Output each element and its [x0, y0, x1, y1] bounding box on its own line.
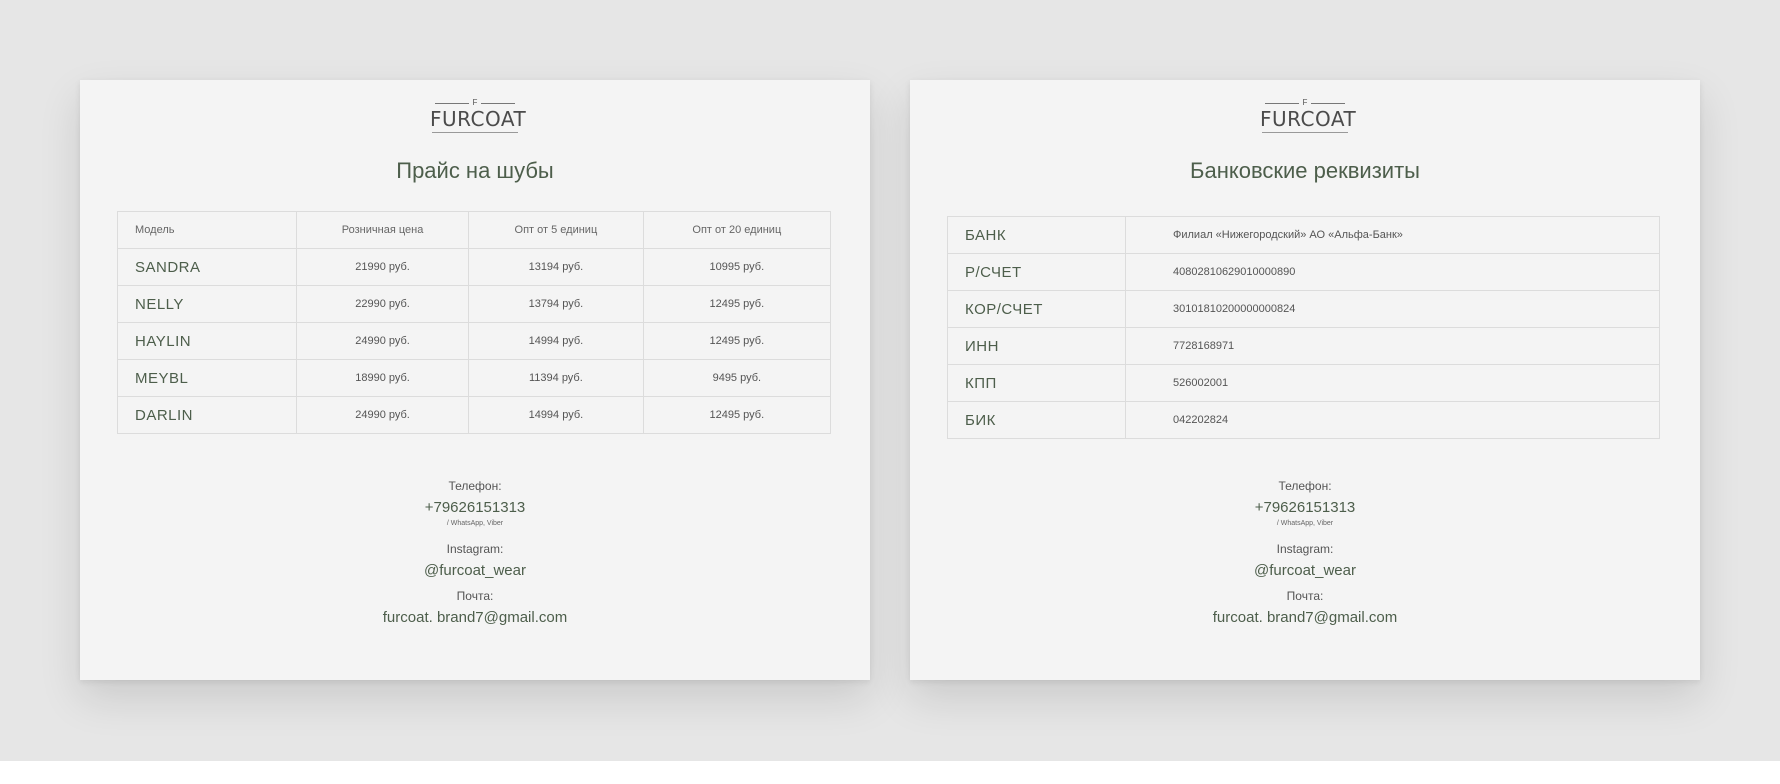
bank-field-label: ИНН — [947, 327, 1126, 365]
table-row: Р/СЧЕТ 40802810629010000890 — [947, 253, 1660, 291]
model-name: MEYBL — [117, 359, 297, 397]
page-background: F FURCOAT Прайс на шубы Модель Розничная… — [0, 0, 1780, 761]
table-row: NELLY 22990 руб. 13794 руб. 12495 руб. — [117, 285, 832, 323]
table-row: БИК 042202824 — [947, 401, 1660, 439]
table-row: БАНК Филиал «Нижегородский» АО «Альфа-Ба… — [947, 216, 1660, 254]
table-row: MEYBL 18990 руб. 11394 руб. 9495 руб. — [117, 359, 832, 397]
phone-number[interactable]: +79626151313 — [80, 497, 870, 519]
phone-label: Телефон: — [448, 479, 502, 493]
table-row: КПП 526002001 — [947, 364, 1660, 402]
bank-field-label: Р/СЧЕТ — [947, 253, 1126, 291]
wholesale-20-price: 12495 руб. — [642, 322, 832, 360]
bank-field-label: БИК — [947, 401, 1126, 439]
logo-mark: F — [1302, 98, 1308, 107]
bank-title: Банковские реквизиты — [1190, 158, 1420, 183]
instagram-handle[interactable]: @furcoat_wear — [80, 560, 870, 582]
retail-price: 22990 руб. — [295, 285, 470, 323]
bank-field-value: 042202824 — [1125, 401, 1660, 439]
contacts-block: Телефон: +79626151313 / WhatsApp, Viber … — [910, 478, 1700, 629]
table-header-row: Модель Розничная цена Опт от 5 единиц Оп… — [117, 211, 832, 249]
header-wholesale-20: Опт от 20 единиц — [642, 211, 832, 249]
price-card: F FURCOAT Прайс на шубы Модель Розничная… — [80, 80, 870, 680]
model-name: HAYLIN — [117, 322, 297, 360]
email-label: Почта: — [456, 589, 494, 603]
retail-price: 24990 руб. — [295, 396, 470, 434]
phone-label: Телефон: — [1278, 479, 1332, 493]
phone-note: / WhatsApp, Viber — [446, 520, 504, 527]
wholesale-5-price: 13194 руб. — [468, 248, 644, 286]
bank-field-value: Филиал «Нижегородский» АО «Альфа-Банк» — [1125, 216, 1660, 254]
table-row: HAYLIN 24990 руб. 14994 руб. 12495 руб. — [117, 322, 832, 360]
logo-mark: F — [472, 98, 478, 107]
bank-field-label: БАНК — [947, 216, 1126, 254]
table-row: КОР/СЧЕТ 30101810200000000824 — [947, 290, 1660, 328]
bank-field-label: КОР/СЧЕТ — [947, 290, 1126, 328]
brand-logo: F FURCOAT — [430, 98, 527, 138]
retail-price: 21990 руб. — [295, 248, 470, 286]
phone-number[interactable]: +79626151313 — [910, 497, 1700, 519]
price-title: Прайс на шубы — [396, 158, 554, 183]
wholesale-5-price: 14994 руб. — [468, 396, 644, 434]
instagram-handle[interactable]: @furcoat_wear — [910, 560, 1700, 582]
header-retail: Розничная цена — [295, 211, 470, 249]
phone-note: / WhatsApp, Viber — [1276, 520, 1334, 527]
email-address[interactable]: furcoat. brand7@gmail.com — [910, 607, 1700, 629]
header-model: Модель — [117, 211, 297, 249]
wholesale-20-price: 12495 руб. — [642, 285, 832, 323]
bank-field-value: 40802810629010000890 — [1125, 253, 1660, 291]
bank-card: F FURCOAT Банковские реквизиты БАНК Фили… — [910, 80, 1700, 680]
model-name: DARLIN — [117, 396, 297, 434]
retail-price: 18990 руб. — [295, 359, 470, 397]
price-table: Модель Розничная цена Опт от 5 единиц Оп… — [117, 211, 832, 434]
table-row: ИНН 7728168971 — [947, 327, 1660, 365]
wholesale-20-price: 12495 руб. — [642, 396, 832, 434]
logo-text: FURCOAT — [430, 107, 527, 131]
email-address[interactable]: furcoat. brand7@gmail.com — [80, 607, 870, 629]
bank-details-table: БАНК Филиал «Нижегородский» АО «Альфа-Ба… — [947, 216, 1660, 439]
wholesale-20-price: 9495 руб. — [642, 359, 832, 397]
bank-field-value: 30101810200000000824 — [1125, 290, 1660, 328]
instagram-label: Instagram: — [446, 542, 504, 556]
contacts-block: Телефон: +79626151313 / WhatsApp, Viber … — [80, 478, 870, 629]
model-name: NELLY — [117, 285, 297, 323]
bank-field-label: КПП — [947, 364, 1126, 402]
wholesale-5-price: 11394 руб. — [468, 359, 644, 397]
brand-logo: F FURCOAT — [1260, 98, 1357, 138]
email-label: Почта: — [1286, 589, 1324, 603]
bank-field-value: 7728168971 — [1125, 327, 1660, 365]
logo-text: FURCOAT — [1260, 107, 1357, 131]
bank-field-value: 526002001 — [1125, 364, 1660, 402]
header-wholesale-5: Опт от 5 единиц — [468, 211, 644, 249]
wholesale-5-price: 14994 руб. — [468, 322, 644, 360]
retail-price: 24990 руб. — [295, 322, 470, 360]
wholesale-20-price: 10995 руб. — [642, 248, 832, 286]
model-name: SANDRA — [117, 248, 297, 286]
wholesale-5-price: 13794 руб. — [468, 285, 644, 323]
instagram-label: Instagram: — [1276, 542, 1334, 556]
table-row: SANDRA 21990 руб. 13194 руб. 10995 руб. — [117, 248, 832, 286]
table-row: DARLIN 24990 руб. 14994 руб. 12495 руб. — [117, 396, 832, 434]
